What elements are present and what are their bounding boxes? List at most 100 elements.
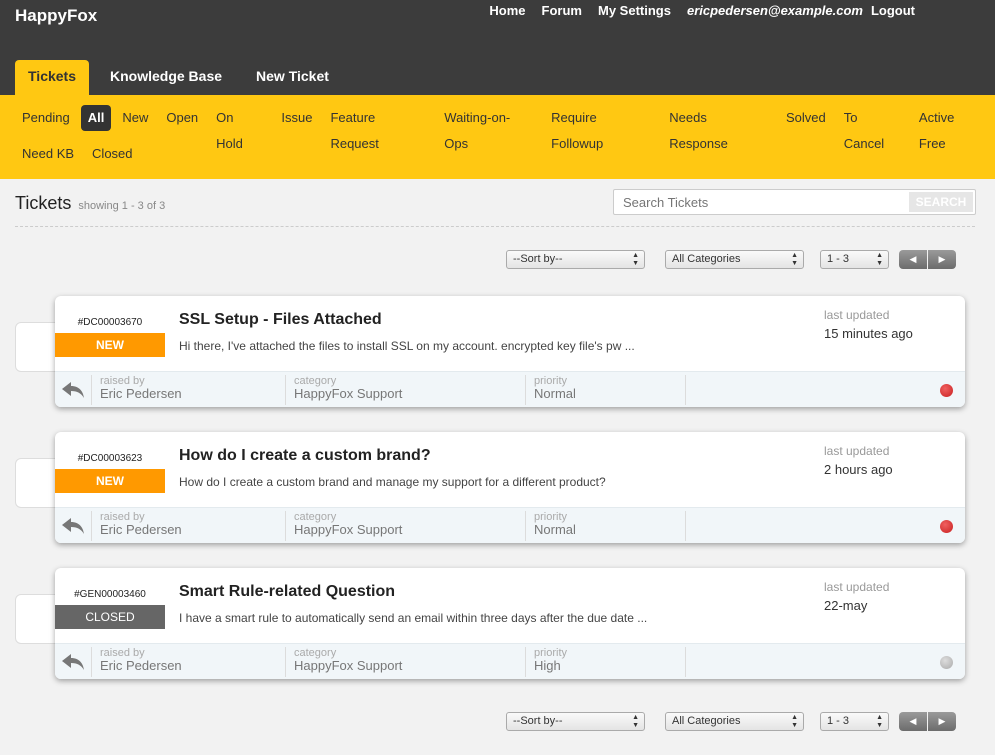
range-select[interactable]: 1 - 3 ▲ ▼ — [820, 712, 889, 731]
category-select[interactable]: All Categories ▲ ▼ — [665, 250, 804, 269]
reply-icon[interactable] — [55, 644, 91, 679]
raised-by-cell: raised by Eric Pedersen — [91, 375, 285, 405]
priority-cell: priority Normal — [525, 375, 685, 405]
filter-needs-response[interactable]: Needs Response — [662, 105, 775, 151]
search-input[interactable] — [614, 190, 904, 214]
select-arrows-icon: ▲ ▼ — [632, 252, 639, 267]
priority-value: Normal — [534, 522, 576, 537]
raised-by-cell: raised by Eric Pedersen — [91, 511, 285, 541]
ticket-excerpt: How do I create a custom brand and manag… — [179, 475, 606, 489]
ticket-card[interactable]: #DC00003623 NEW How do I create a custom… — [55, 432, 965, 543]
sort-select[interactable]: --Sort by-- ▲ ▼ — [506, 712, 645, 731]
filter-require-followup[interactable]: Require Followup — [544, 105, 658, 151]
category-cell: category HappyFox Support — [285, 647, 525, 677]
ticket-id[interactable]: #DC00003670 — [55, 317, 165, 328]
ticket-footer: raised by Eric Pedersen category HappyFo… — [55, 643, 965, 679]
page-title-text: Tickets — [15, 193, 72, 213]
tab-knowledge-base[interactable]: Knowledge Base — [97, 60, 235, 95]
filter-feature-request[interactable]: Feature Request — [323, 105, 433, 151]
divider — [685, 647, 686, 677]
list-controls-bottom: --Sort by-- ▲ ▼ All Categories ▲ ▼ 1 - 3 ▲… — [0, 712, 995, 732]
filter-all[interactable]: All — [80, 105, 112, 131]
tab-new-ticket[interactable]: New Ticket — [243, 60, 342, 95]
updated-value: 2 hours ago — [824, 462, 893, 477]
priority-cell: priority Normal — [525, 511, 685, 541]
pager: ◀ ▶ — [899, 250, 956, 269]
ticket-card[interactable]: #DC00003670 NEW SSL Setup - Files Attach… — [55, 296, 965, 407]
filter-new[interactable]: New — [115, 105, 155, 131]
filter-need-kb[interactable]: Need KB — [15, 141, 81, 167]
updated-value: 15 minutes ago — [824, 326, 913, 341]
prev-page-button[interactable]: ◀ — [899, 712, 927, 731]
search-button[interactable]: SEARCH — [909, 192, 973, 212]
range-select-value: 1 - 3 — [827, 253, 850, 265]
category-select-value: All Categories — [672, 715, 741, 727]
prev-page-button[interactable]: ◀ — [899, 250, 927, 269]
filter-solved[interactable]: Solved — [779, 105, 833, 131]
nav-home-link[interactable]: Home — [489, 3, 525, 21]
status-filter-bar: Pending All New Open On Hold Issue Featu… — [0, 95, 995, 179]
page-title: Tickets showing 1 - 3 of 3 — [15, 193, 165, 214]
tab-tickets[interactable]: Tickets — [15, 60, 89, 95]
select-arrows-icon: ▲ ▼ — [632, 714, 639, 729]
ticket-subject[interactable]: How do I create a custom brand? — [179, 447, 431, 465]
status-indicator-icon — [940, 384, 953, 397]
ticket-subject[interactable]: SSL Setup - Files Attached — [179, 311, 382, 329]
filter-pending[interactable]: Pending — [15, 105, 77, 131]
nav-settings-link[interactable]: My Settings — [598, 3, 671, 21]
ticket-footer: raised by Eric Pedersen category HappyFo… — [55, 507, 965, 543]
filter-active-free[interactable]: Active Free — [912, 105, 991, 151]
filter-row-1: Pending All New Open On Hold Issue Featu… — [15, 105, 995, 151]
next-page-button[interactable]: ▶ — [928, 250, 956, 269]
category-cell: category HappyFox Support — [285, 511, 525, 541]
category-value: HappyFox Support — [294, 522, 403, 537]
ticket-id[interactable]: #DC00003623 — [55, 453, 165, 464]
main-tabs: Tickets Knowledge Base New Ticket — [15, 60, 350, 95]
list-controls-top: --Sort by-- ▲ ▼ All Categories ▲ ▼ 1 - 3 ▲… — [0, 250, 995, 270]
range-select[interactable]: 1 - 3 ▲ ▼ — [820, 250, 889, 269]
top-bar: HappyFox Home Forum My Settings ericpede… — [0, 0, 995, 95]
updated-label: last updated — [824, 580, 890, 594]
divider — [15, 226, 975, 227]
sort-select[interactable]: --Sort by-- ▲ ▼ — [506, 250, 645, 269]
search-box: SEARCH — [613, 189, 976, 215]
priority-cell: priority High — [525, 647, 685, 677]
reply-icon[interactable] — [55, 508, 91, 543]
filter-on-hold[interactable]: On Hold — [209, 105, 270, 151]
nav-forum-link[interactable]: Forum — [542, 3, 582, 21]
user-email: ericpedersen@example.com — [686, 3, 863, 18]
pager: ◀ ▶ — [899, 712, 956, 731]
ticket-subject[interactable]: Smart Rule-related Question — [179, 583, 395, 601]
ticket-card[interactable]: #GEN00003460 CLOSED Smart Rule-related Q… — [55, 568, 965, 679]
category-value: HappyFox Support — [294, 658, 403, 673]
filter-closed[interactable]: Closed — [85, 141, 139, 167]
category-value: HappyFox Support — [294, 386, 403, 401]
filter-open[interactable]: Open — [159, 105, 205, 131]
status-indicator-icon — [940, 520, 953, 533]
nav-logout-link[interactable]: Logout — [871, 3, 915, 21]
updated-label: last updated — [824, 444, 890, 458]
sort-select-value: --Sort by-- — [513, 253, 563, 265]
category-select[interactable]: All Categories ▲ ▼ — [665, 712, 804, 731]
filter-issue[interactable]: Issue — [274, 105, 319, 131]
select-arrows-icon: ▲ ▼ — [876, 252, 883, 267]
filter-waiting-on-ops[interactable]: Waiting-on-Ops — [437, 105, 540, 151]
ticket-excerpt: I have a smart rule to automatically sen… — [179, 611, 648, 625]
range-select-value: 1 - 3 — [827, 715, 850, 727]
raised-by-value: Eric Pedersen — [100, 386, 182, 401]
ticket-excerpt: Hi there, I've attached the files to ins… — [179, 339, 635, 353]
brand-logo[interactable]: HappyFox — [15, 6, 97, 26]
raised-by-value: Eric Pedersen — [100, 522, 182, 537]
status-badge: CLOSED — [55, 605, 165, 629]
priority-value: Normal — [534, 386, 576, 401]
raised-by-value: Eric Pedersen — [100, 658, 182, 673]
status-indicator-icon — [940, 656, 953, 669]
ticket-id[interactable]: #GEN00003460 — [55, 589, 165, 600]
top-nav: Home Forum My Settings ericpedersen@exam… — [473, 3, 915, 21]
filter-to-cancel[interactable]: To Cancel — [837, 105, 908, 151]
select-arrows-icon: ▲ ▼ — [791, 252, 798, 267]
next-page-button[interactable]: ▶ — [928, 712, 956, 731]
raised-by-cell: raised by Eric Pedersen — [91, 647, 285, 677]
category-cell: category HappyFox Support — [285, 375, 525, 405]
reply-icon[interactable] — [55, 372, 91, 407]
